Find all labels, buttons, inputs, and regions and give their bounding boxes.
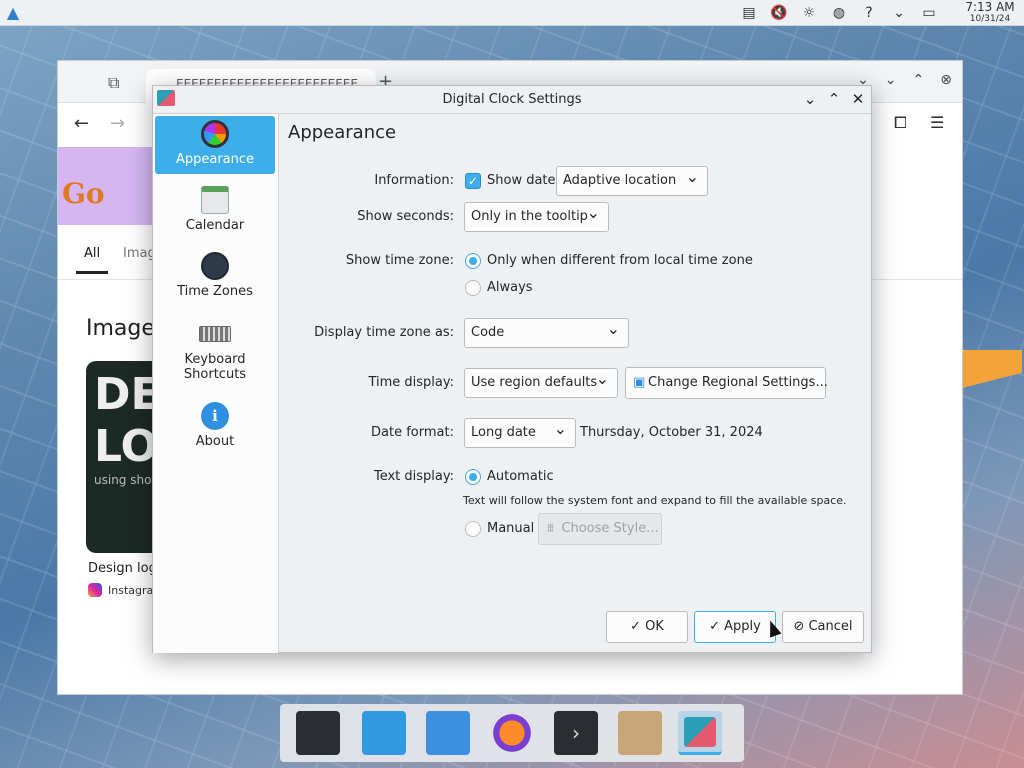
instagram-icon <box>88 583 102 597</box>
help-icon[interactable]: ? <box>860 4 878 22</box>
image-result-source[interactable]: Instagra <box>88 583 153 597</box>
clipboard-icon[interactable]: ▤ <box>740 4 758 22</box>
maximize-icon[interactable]: ⌃ <box>913 72 925 88</box>
digital-clock-settings-dialog: Digital Clock Settings ⌄ ⌃ ✕ Appearance … <box>152 85 872 653</box>
time-display-label: Time display: <box>368 375 454 390</box>
sidebar-item-appearance[interactable]: Appearance <box>155 116 275 174</box>
archive-manager-icon[interactable] <box>618 711 662 755</box>
image-result-caption[interactable]: Design log <box>88 561 157 576</box>
palette-icon <box>201 120 229 148</box>
display-tz-as-label: Display time zone as: <box>314 325 454 340</box>
monitor-icon: ▣ <box>633 375 646 390</box>
cancel-label: Cancel <box>808 619 853 634</box>
minimize-icon[interactable]: ⌄ <box>801 90 819 108</box>
app-launcher-icon[interactable]: ▲ <box>4 4 22 22</box>
back-icon[interactable]: ← <box>74 113 89 134</box>
show-time-zone-label: Show time zone: <box>345 253 454 268</box>
kde-connect-icon[interactable] <box>678 711 722 755</box>
information-label: Information: <box>374 173 454 188</box>
text-display-automatic-label[interactable]: Automatic <box>487 469 554 484</box>
source-label: Instagra <box>108 584 154 597</box>
show-date-label[interactable]: Show date <box>487 173 556 188</box>
change-regional-settings-label: Change Regional Settings... <box>648 375 828 390</box>
chevron-down-icon[interactable]: ⌄ <box>890 4 908 22</box>
forward-icon[interactable]: → <box>110 113 125 134</box>
date-location-dropdown[interactable]: Adaptive location <box>556 163 708 196</box>
text-display-hint: Text will follow the system font and exp… <box>463 494 847 507</box>
show-seconds-label: Show seconds: <box>357 209 454 224</box>
choose-style-label: Choose Style... <box>561 521 659 536</box>
text-display-manual-radio[interactable] <box>465 521 481 537</box>
menu-icon[interactable]: ☰ <box>930 113 944 132</box>
page-title: Appearance <box>288 122 397 143</box>
settings-content: Appearance Information: ✓ Show date Adap… <box>280 114 872 653</box>
show-date-checkbox[interactable]: ✓ <box>465 173 481 189</box>
check-icon: ✓ <box>709 619 725 634</box>
apply-button[interactable]: ✓ Apply <box>694 611 776 643</box>
time-zone-only-different-label[interactable]: Only when different from local time zone <box>487 253 753 268</box>
ok-label: OK <box>645 619 664 634</box>
dialog-titlebar[interactable]: Digital Clock Settings ⌄ ⌃ ✕ <box>153 86 871 114</box>
check-icon: ✓ <box>630 619 646 634</box>
time-zone-only-different-radio[interactable] <box>465 253 481 269</box>
extensions-icon[interactable]: ⧠ <box>894 113 907 133</box>
close-icon[interactable]: ✕ <box>849 90 867 108</box>
digital-clock[interactable]: 7:13 AM 10/31/24 <box>962 0 1018 25</box>
ok-button[interactable]: ✓ OK <box>606 611 688 643</box>
date-format-preview: Thursday, October 31, 2024 <box>580 425 763 440</box>
text-display-manual-label[interactable]: Manual <box>487 521 534 536</box>
system-settings-icon[interactable] <box>296 711 340 755</box>
font-icon: ⩩ <box>547 521 554 536</box>
thumb-small-text: using sho <box>94 473 152 487</box>
sidebar-item-label: Time Zones <box>177 284 253 299</box>
maximize-icon[interactable]: ⌃ <box>825 90 843 108</box>
top-panel: ▲ ▤ 🔇 ☼ ◍ ? ⌄ ▭ 7:13 AM 10/31/24 <box>0 0 1024 26</box>
network-icon[interactable]: ◍ <box>830 4 848 22</box>
apply-label: Apply <box>724 619 761 634</box>
cancel-button[interactable]: ⊘ Cancel <box>782 611 864 643</box>
text-display-automatic-radio[interactable] <box>465 469 481 485</box>
time-display-dropdown[interactable]: Use region defaults <box>464 365 618 398</box>
taskbar: › <box>280 704 744 762</box>
time-zone-always-label[interactable]: Always <box>487 280 533 295</box>
show-desktop-icon[interactable]: ▭ <box>920 4 938 22</box>
sidebar-item-label: Appearance <box>175 152 255 167</box>
date-format-dropdown[interactable]: Long date <box>464 415 576 448</box>
tab-images[interactable]: Imag <box>123 246 156 261</box>
thumb-text-2: LOG <box>94 421 156 472</box>
image-result-thumbnail[interactable]: DES LOG using sho <box>86 361 156 553</box>
time-zone-always-radio[interactable] <box>465 280 481 296</box>
dialog-title: Digital Clock Settings <box>442 92 582 107</box>
terminal-icon[interactable]: › <box>554 711 598 755</box>
date-format-label: Date format: <box>371 425 454 440</box>
file-manager-icon[interactable] <box>426 711 470 755</box>
close-icon[interactable]: ⊗ <box>940 72 952 88</box>
system-tray: ▤ 🔇 ☼ ◍ ? ⌄ ▭ <box>740 4 938 22</box>
tab-all[interactable]: All <box>76 246 109 274</box>
discover-store-icon[interactable] <box>362 711 406 755</box>
show-seconds-dropdown[interactable]: Only in the tooltip <box>464 199 609 232</box>
clock-time: 7:13 AM <box>965 0 1015 14</box>
text-display-label: Text display: <box>373 469 454 484</box>
clock-date: 10/31/24 <box>969 14 1011 24</box>
google-doodle[interactable]: Go <box>58 147 154 225</box>
change-regional-settings-button[interactable]: ▣ Change Regional Settings... <box>625 367 828 399</box>
brightness-icon[interactable]: ☼ <box>800 4 818 22</box>
firefox-icon[interactable] <box>490 711 534 755</box>
digital-clock-settings-icon <box>684 717 716 747</box>
minimize-icon[interactable]: ⌄ <box>885 72 897 88</box>
tab-overview-icon[interactable]: ⧉ <box>108 73 119 93</box>
choose-style-button[interactable]: ⩩ Choose Style... <box>538 513 662 545</box>
display-tz-as-dropdown[interactable]: Code <box>464 315 629 348</box>
volume-muted-icon[interactable]: 🔇 <box>770 4 788 22</box>
thumb-text-1: DES <box>94 369 156 420</box>
cancel-icon: ⊘ <box>793 619 809 634</box>
